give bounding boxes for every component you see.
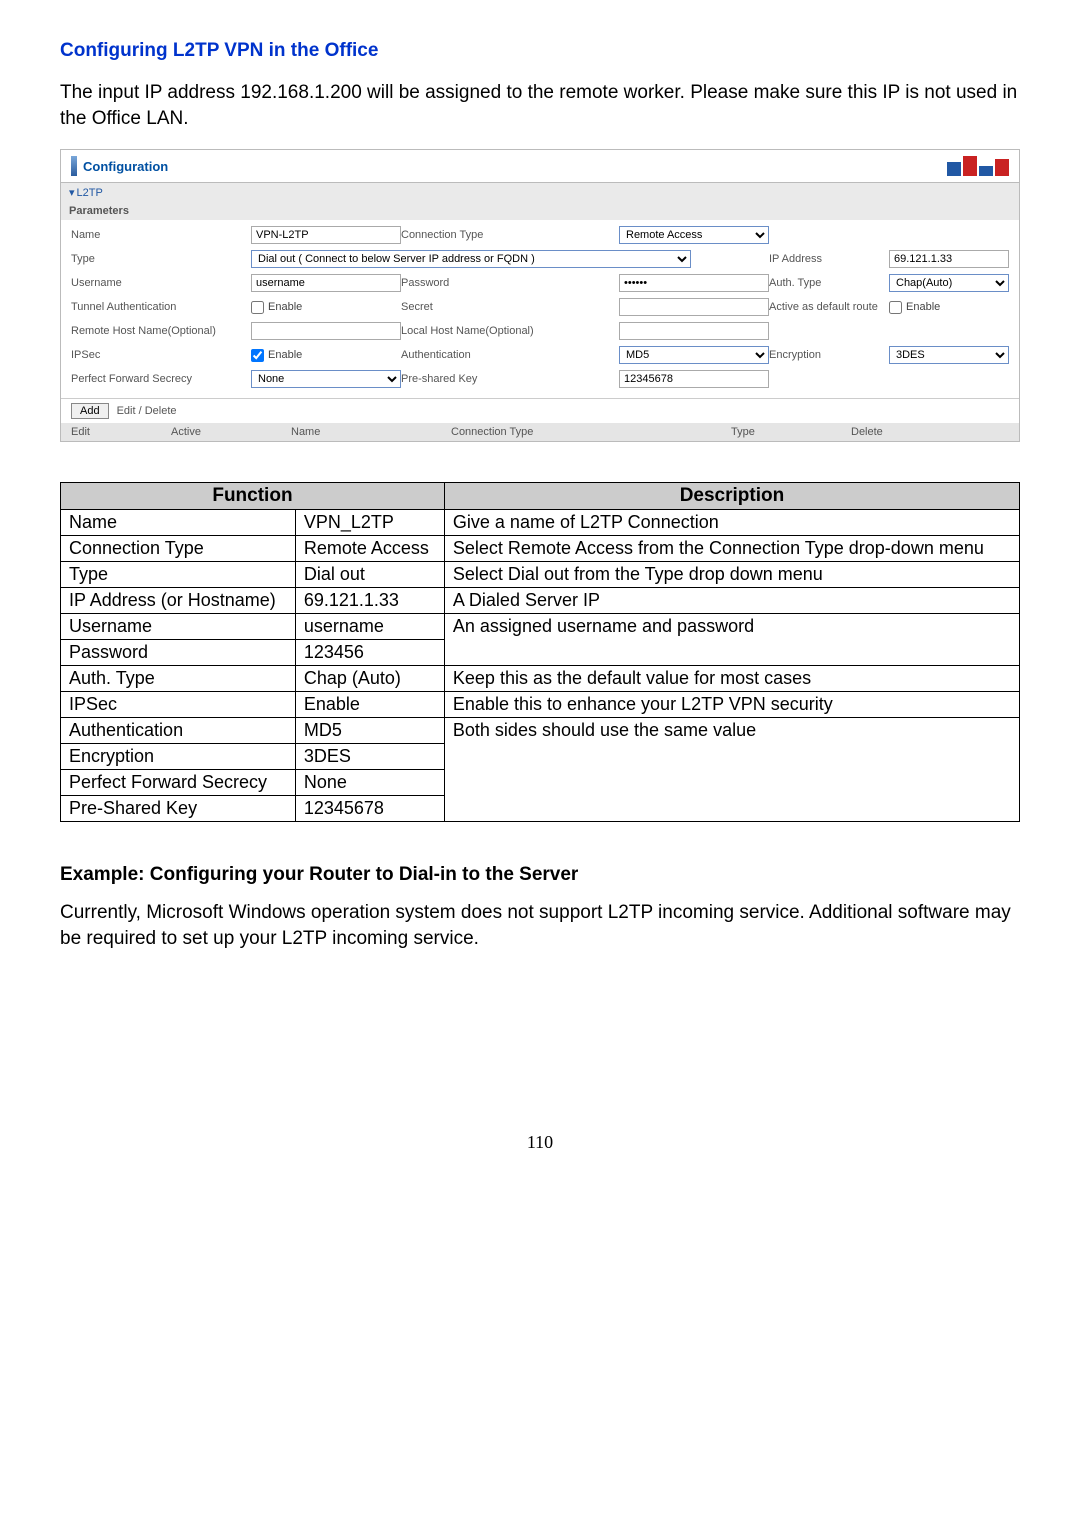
label-name: Name [71,229,251,241]
add-button[interactable]: Add [71,403,109,419]
enable-label-3: Enable [268,349,302,361]
parameters-form: Name Connection Type Remote Access Type … [61,220,1019,398]
enable-label: Enable [268,301,302,313]
panel-header: Configuration [61,150,1019,183]
table-row: Encryption 3DES [61,744,1020,770]
config-panel: Configuration ▾L2TP Parameters Name Conn… [60,149,1020,442]
label-username: Username [71,277,251,289]
label-active-default: Active as default route [769,301,889,313]
intro-paragraph: The input IP address 192.168.1.200 will … [60,80,1020,131]
example-heading: Example: Configuring your Router to Dial… [60,864,1020,886]
tab-l2tp[interactable]: ▾L2TP [61,183,1019,202]
col-name: Name [291,426,451,438]
label-ip: IP Address [769,253,889,265]
type-select[interactable]: Dial out ( Connect to below Server IP ad… [251,250,691,268]
username-input[interactable] [251,274,401,292]
section-heading: Configuring L2TP VPN in the Office [60,40,1020,62]
function-col-header: Function [61,483,445,510]
col-conn-type: Connection Type [451,426,731,438]
table-row: Name VPN_L2TP Give a name of L2TP Connec… [61,510,1020,536]
authentication-select[interactable]: MD5 [619,346,769,364]
label-pfs: Perfect Forward Secrecy [71,373,251,385]
col-edit: Edit [71,426,171,438]
name-input[interactable] [251,226,401,244]
label-encryption: Encryption [769,349,889,361]
list-header: Edit Active Name Connection Type Type De… [61,423,1019,441]
password-input[interactable] [619,274,769,292]
remote-host-input[interactable] [251,322,401,340]
example-body: Currently, Microsoft Windows operation s… [60,900,1020,951]
table-row: IPSec Enable Enable this to enhance your… [61,692,1020,718]
add-row: Add Edit / Delete [61,398,1019,423]
label-conn-type: Connection Type [401,229,619,241]
label-psk: Pre-shared Key [401,373,619,385]
table-row: Type Dial out Select Dial out from the T… [61,562,1020,588]
label-secret: Secret [401,301,619,313]
edit-delete-label: Edit / Delete [117,405,177,417]
description-col-header: Description [444,483,1019,510]
tunnel-auth-checkbox[interactable] [251,301,264,314]
ip-input[interactable] [889,250,1009,268]
secret-input[interactable] [619,298,769,316]
local-host-input[interactable] [619,322,769,340]
label-type: Type [71,253,251,265]
table-row: Perfect Forward Secrecy None [61,770,1020,796]
table-row: Authentication MD5 Both sides should use… [61,718,1020,744]
page-number: 110 [60,1132,1020,1153]
label-local-host: Local Host Name(Optional) [401,325,619,337]
table-row: Password 123456 [61,640,1020,666]
panel-accent-bar [71,156,77,176]
ipsec-checkbox[interactable] [251,349,264,362]
conn-type-select[interactable]: Remote Access [619,226,769,244]
label-password: Password [401,277,619,289]
section-parameters: Parameters [61,202,1019,220]
label-tunnel-auth: Tunnel Authentication [71,301,251,313]
col-active: Active [171,426,291,438]
auth-type-select[interactable]: Chap(Auto) [889,274,1009,292]
table-row: IP Address (or Hostname) 69.121.1.33 A D… [61,588,1020,614]
col-delete: Delete [851,426,1009,438]
function-description-table: Function Description Name VPN_L2TP Give … [60,482,1020,822]
table-row: Username username An assigned username a… [61,614,1020,640]
label-authentication: Authentication [401,349,619,361]
label-remote-host: Remote Host Name(Optional) [71,325,251,337]
table-row: Auth. Type Chap (Auto) Keep this as the … [61,666,1020,692]
table-row: Connection Type Remote Access Select Rem… [61,536,1020,562]
pfs-select[interactable]: None [251,370,401,388]
label-auth-type: Auth. Type [769,277,889,289]
brand-logo [947,156,1009,176]
psk-input[interactable] [619,370,769,388]
active-default-checkbox[interactable] [889,301,902,314]
table-row: Pre-Shared Key 12345678 [61,796,1020,822]
encryption-select[interactable]: 3DES [889,346,1009,364]
label-ipsec: IPSec [71,349,251,361]
panel-title: Configuration [83,159,168,174]
col-type: Type [731,426,851,438]
enable-label-2: Enable [906,301,940,313]
